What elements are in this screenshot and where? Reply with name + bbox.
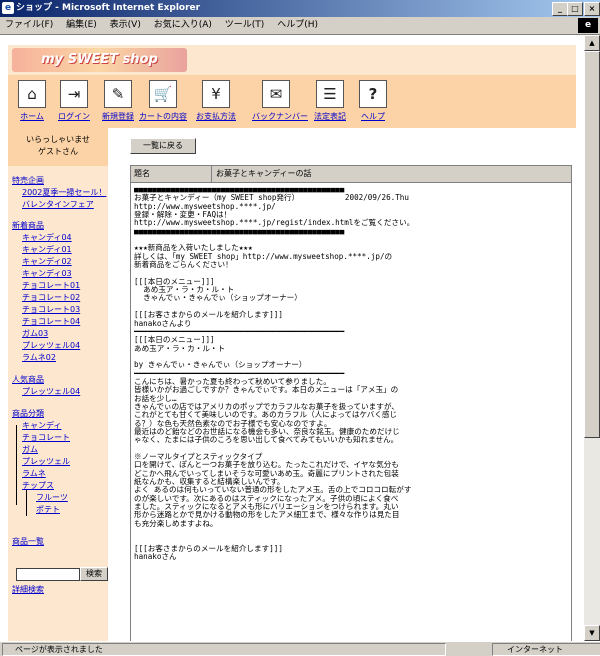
close-button[interactable]: × [584, 2, 600, 16]
login-icon: ⇥ [60, 80, 88, 108]
browser-viewport: my SWEET shop ⌂ ホーム ⇥ ログイン ✎ 新規登録 🛒 カートの… [0, 35, 584, 641]
cart-icon: 🛒 [149, 80, 177, 108]
nav-cart[interactable]: 🛒 カートの内容 [139, 80, 187, 122]
sidebar-item-category[interactable]: プレッツェル [22, 456, 70, 467]
sidebar-item-new[interactable]: チョコレート02 [22, 292, 80, 303]
nav-help[interactable]: ? ヘルプ [349, 80, 397, 122]
sidebar-item-new[interactable]: キャンディ02 [22, 256, 72, 267]
scroll-down-icon[interactable]: ▼ [584, 625, 600, 641]
nav-home[interactable]: ⌂ ホーム [8, 80, 56, 122]
sidebar-item-category[interactable]: ラムネ [22, 468, 46, 479]
ie-throbber-icon: e [578, 18, 598, 33]
nav-legal[interactable]: ☰ 法定表記 [306, 80, 354, 122]
sidebar-item-new[interactable]: キャンディ04 [22, 232, 72, 243]
sidebar: いらっしゃいませ ゲストさん 特売企画 2002夏季一掃セール！ バレンタインフ… [8, 128, 108, 641]
site-nav: ⌂ ホーム ⇥ ログイン ✎ 新規登録 🛒 カートの内容 ¥ お支払方法 ✉ バ… [8, 75, 576, 128]
register-icon: ✎ [104, 80, 132, 108]
sidebar-cat-new[interactable]: 新着商品 [12, 220, 44, 231]
scroll-up-icon[interactable]: ▲ [584, 35, 600, 51]
mail-header-row: 題名 お菓子とキャンディーの話 [131, 166, 571, 183]
menu-view[interactable]: 表示(V) [105, 17, 146, 34]
menu-edit[interactable]: 編集(E) [61, 17, 102, 34]
sidebar-item-popular[interactable]: プレッツェル04 [22, 386, 80, 397]
sidebar-item-category[interactable]: キャンディ [22, 420, 61, 431]
nav-payment[interactable]: ¥ お支払方法 [192, 80, 240, 122]
menu-favorites[interactable]: お気に入り(A) [149, 17, 217, 34]
sidebar-item-subcategory[interactable]: フルーツ [36, 492, 68, 503]
help-icon: ? [359, 80, 387, 108]
welcome-box: いらっしゃいませ ゲストさん [8, 128, 108, 166]
status-bar: ページが表示されました インターネット [0, 641, 600, 656]
search-input[interactable] [16, 568, 80, 581]
welcome-line1: いらっしゃいませ [26, 135, 90, 144]
welcome-user: ゲストさん [38, 147, 78, 156]
sidebar-item-new[interactable]: キャンディ03 [22, 268, 72, 279]
magazine-icon: ✉ [262, 80, 290, 108]
sidebar-item-special-1[interactable]: 2002夏季一掃セール！ [22, 187, 106, 198]
sidebar-product-list-link[interactable]: 商品一覧 [12, 536, 44, 547]
sidebar-item-new[interactable]: チョコレート04 [22, 316, 80, 327]
sidebar-cat-popular[interactable]: 人気商品 [12, 374, 44, 385]
menu-tools[interactable]: ツール(T) [220, 17, 270, 34]
sidebar-item-new[interactable]: プレッツェル04 [22, 340, 80, 351]
back-to-list-button[interactable]: 一覧に戻る [130, 138, 196, 154]
sidebar-item-new[interactable]: ラムネ02 [22, 352, 56, 363]
house-icon: ⌂ [18, 80, 46, 108]
sidebar-item-category[interactable]: ガム [22, 444, 38, 455]
menu-bar: ファイル(F) 編集(E) 表示(V) お気に入り(A) ツール(T) ヘルプ(… [0, 17, 600, 35]
sidebar-item-category[interactable]: チョコレート [22, 432, 70, 443]
subcategory-tree-line [26, 490, 27, 516]
window-title: ショップ - Microsoft Internet Explorer [16, 3, 201, 13]
sidebar-item-new[interactable]: ガム03 [22, 328, 48, 339]
advanced-search-link[interactable]: 詳細検索 [12, 584, 44, 595]
window-titlebar: e ショップ - Microsoft Internet Explorer _ □… [0, 0, 600, 17]
sidebar-item-special-2[interactable]: バレンタインフェア [22, 199, 94, 210]
sidebar-item-subcategory[interactable]: ポテト [36, 504, 60, 515]
sidebar-cat-category[interactable]: 商品分類 [12, 408, 44, 419]
status-zone: インターネット [492, 643, 600, 656]
mail-table: 題名 お菓子とキャンディーの話 ■■■■■■■■■■■■■■■■■■■■■■■■… [130, 165, 572, 641]
scroll-thumb[interactable] [584, 51, 600, 438]
sidebar-item-new[interactable]: チョコレート01 [22, 280, 80, 291]
subject-value: お菓子とキャンディーの話 [211, 166, 574, 182]
nav-register[interactable]: ✎ 新規登録 [94, 80, 142, 122]
nav-login[interactable]: ⇥ ログイン [50, 80, 98, 122]
subject-label: 題名 [134, 169, 150, 178]
ie-icon: e [2, 2, 14, 14]
mail-body: ■■■■■■■■■■■■■■■■■■■■■■■■■■■■■■■■■■■■■■■■… [134, 186, 569, 641]
maximize-button[interactable]: □ [567, 2, 583, 16]
site-banner: my SWEET shop [8, 45, 576, 75]
sidebar-item-new[interactable]: チョコレート03 [22, 304, 80, 315]
sidebar-item-new[interactable]: キャンディ01 [22, 244, 72, 255]
vertical-scrollbar[interactable]: ▲ ▼ [584, 35, 600, 641]
nav-backnumber[interactable]: ✉ バックナンバー [252, 80, 308, 122]
category-tree-line [16, 425, 17, 505]
menu-file[interactable]: ファイル(F) [0, 17, 58, 34]
minimize-button[interactable]: _ [552, 2, 568, 16]
payment-icon: ¥ [202, 80, 230, 108]
sidebar-cat-special[interactable]: 特売企画 [12, 175, 44, 186]
status-text: ページが表示されました [2, 643, 446, 656]
document-icon: ☰ [316, 80, 344, 108]
shop-logo[interactable]: my SWEET shop [12, 48, 187, 72]
menu-help[interactable]: ヘルプ(H) [272, 17, 323, 34]
mail-body-text: ■■■■■■■■■■■■■■■■■■■■■■■■■■■■■■■■■■■■■■■■… [134, 186, 415, 562]
search-button[interactable]: 検索 [80, 567, 108, 581]
